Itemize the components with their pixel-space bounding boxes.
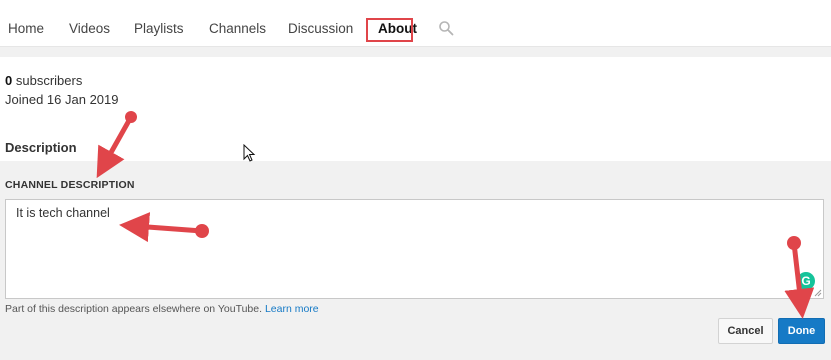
resize-handle-icon[interactable]: [814, 289, 822, 297]
about-info-section: 0 subscribers Joined 16 Jan 2019 Descrip…: [0, 57, 831, 161]
tab-home[interactable]: Home: [8, 21, 44, 36]
tab-discussion[interactable]: Discussion: [288, 21, 353, 36]
annotation-highlight-box: [366, 18, 413, 42]
done-button[interactable]: Done: [778, 318, 825, 344]
tab-channels[interactable]: Channels: [209, 21, 266, 36]
search-icon[interactable]: [438, 20, 454, 36]
description-editor: CHANNEL DESCRIPTION It is tech channel G…: [0, 161, 831, 360]
divider-strip: [0, 47, 831, 57]
cancel-button[interactable]: Cancel: [718, 318, 773, 344]
mouse-cursor-icon: [243, 144, 256, 162]
channel-description-label: CHANNEL DESCRIPTION: [5, 179, 135, 191]
tab-videos[interactable]: Videos: [69, 21, 110, 36]
tab-playlists[interactable]: Playlists: [134, 21, 184, 36]
subscriber-count: 0 subscribers: [5, 73, 82, 88]
description-hint: Part of this description appears elsewhe…: [5, 303, 319, 315]
joined-date: Joined 16 Jan 2019: [5, 92, 119, 107]
subscribers-label: subscribers: [15, 73, 83, 88]
grammarly-icon[interactable]: G: [797, 272, 815, 290]
subscriber-number: 0: [5, 73, 13, 88]
description-text: It is tech channel: [16, 206, 110, 220]
channel-description-textarea[interactable]: It is tech channel G: [5, 199, 824, 299]
learn-more-link[interactable]: Learn more: [265, 303, 319, 315]
hint-text: Part of this description appears elsewhe…: [5, 303, 263, 315]
channel-tab-bar: Home Videos Playlists Channels Discussio…: [0, 0, 831, 47]
description-heading: Description: [5, 140, 77, 155]
